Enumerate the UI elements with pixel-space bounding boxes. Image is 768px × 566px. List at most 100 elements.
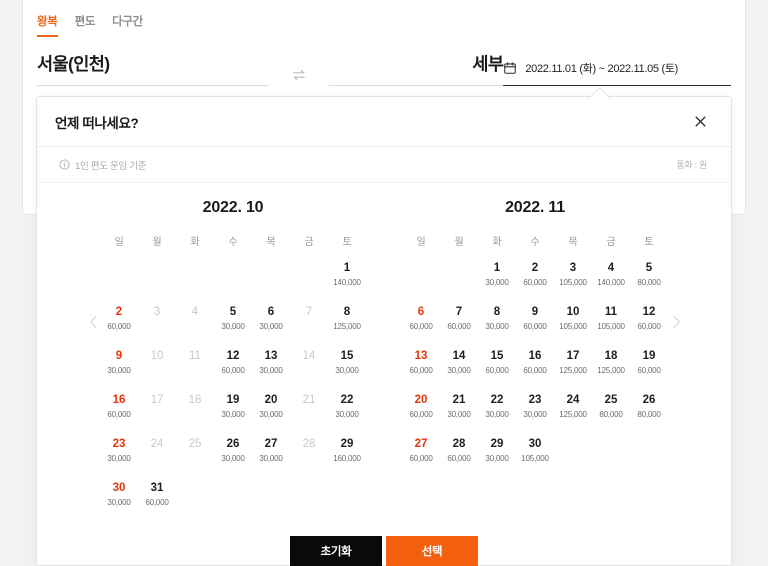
week-row: 23 30,000 24 25 26 30,000 27 30,000 28 29 160,000 — [100, 434, 366, 476]
day-fare: 60,000 — [409, 322, 433, 331]
day-cell[interactable]: 6 30,000 — [252, 302, 290, 344]
day-cell[interactable]: 31 60,000 — [138, 478, 176, 520]
origin-field[interactable]: 서울(인천) — [37, 51, 269, 86]
next-month-button[interactable] — [663, 305, 689, 339]
day-cell[interactable]: 18 125,000 — [592, 346, 630, 388]
day-number: 14 — [452, 350, 466, 362]
day-cell[interactable]: 29 160,000 — [328, 434, 366, 476]
day-cell[interactable]: 9 30,000 — [100, 346, 138, 388]
day-cell[interactable]: 15 60,000 — [478, 346, 516, 388]
day-number: 20 — [264, 394, 278, 406]
tab-multicity[interactable]: 다구간 — [112, 13, 143, 37]
day-cell[interactable]: 9 60,000 — [516, 302, 554, 344]
tab-oneway[interactable]: 편도 — [75, 13, 96, 37]
day-cell: 24 — [138, 434, 176, 476]
close-button[interactable] — [687, 109, 713, 135]
day-number: 28 — [302, 438, 316, 450]
day-cell[interactable]: 23 30,000 — [100, 434, 138, 476]
day-cell[interactable]: 1 140,000 — [328, 258, 366, 300]
day-number: 24 — [566, 394, 580, 406]
day-cell[interactable]: 26 30,000 — [214, 434, 252, 476]
day-cell[interactable]: 7 60,000 — [440, 302, 478, 344]
day-cell[interactable]: 20 60,000 — [402, 390, 440, 432]
day-cell-empty — [328, 478, 366, 520]
prev-month-button[interactable] — [81, 305, 107, 339]
day-cell[interactable]: 17 125,000 — [554, 346, 592, 388]
day-fare: 60,000 — [447, 454, 471, 463]
day-cell[interactable]: 27 60,000 — [402, 434, 440, 476]
day-cell-empty — [214, 258, 252, 300]
day-number: 9 — [531, 306, 539, 318]
tab-oneway-label: 편도 — [74, 16, 96, 28]
day-cell[interactable]: 20 30,000 — [252, 390, 290, 432]
day-cell[interactable]: 10 105,000 — [554, 302, 592, 344]
day-cell[interactable]: 1 30,000 — [478, 258, 516, 300]
popover-caret — [586, 86, 612, 100]
day-number: 6 — [417, 306, 425, 318]
date-range-field[interactable]: 2022.11.01 (화) ~ 2022.11.05 (토) — [503, 60, 731, 86]
day-cell[interactable]: 8 125,000 — [328, 302, 366, 344]
day-cell[interactable]: 27 30,000 — [252, 434, 290, 476]
day-cell[interactable]: 22 30,000 — [328, 390, 366, 432]
calendar-body: 2022. 10 일 월 화 수 목 금 토 1 140,000 2 60,000 3 4 5 30,000 6… — [37, 183, 731, 566]
select-button[interactable]: 선택 — [386, 536, 478, 566]
day-cell[interactable]: 2 60,000 — [516, 258, 554, 300]
day-cell[interactable]: 14 30,000 — [440, 346, 478, 388]
day-number: 20 — [414, 394, 428, 406]
day-cell[interactable]: 3 105,000 — [554, 258, 592, 300]
day-cell[interactable]: 22 30,000 — [478, 390, 516, 432]
day-cell[interactable]: 8 30,000 — [478, 302, 516, 344]
day-cell[interactable]: 16 60,000 — [516, 346, 554, 388]
day-cell[interactable]: 11 105,000 — [592, 302, 630, 344]
day-fare: 30,000 — [485, 454, 509, 463]
day-number: 4 — [191, 306, 199, 318]
date-picker-modal: 언제 떠나세요? 1인 편도 운임 기준 통화 : 원 2022. 10 일 월… — [36, 96, 732, 566]
day-number: 29 — [340, 438, 354, 450]
day-cell[interactable]: 28 60,000 — [440, 434, 478, 476]
day-cell[interactable]: 5 30,000 — [214, 302, 252, 344]
day-cell[interactable]: 16 60,000 — [100, 390, 138, 432]
swap-button[interactable] — [269, 66, 329, 86]
day-fare: 30,000 — [485, 322, 509, 331]
day-number: 7 — [305, 306, 313, 318]
day-cell[interactable]: 19 60,000 — [630, 346, 668, 388]
day-number: 14 — [302, 350, 316, 362]
day-number: 12 — [226, 350, 240, 362]
day-cell[interactable]: 6 60,000 — [402, 302, 440, 344]
day-fare: 30,000 — [259, 366, 283, 375]
weekday-6: 토 — [644, 237, 654, 248]
day-fare: 105,000 — [559, 322, 587, 331]
day-cell[interactable]: 29 30,000 — [478, 434, 516, 476]
day-cell[interactable]: 4 140,000 — [592, 258, 630, 300]
day-fare: 105,000 — [597, 322, 625, 331]
weekday-0: 일 — [114, 237, 124, 248]
day-fare: 80,000 — [637, 278, 661, 287]
day-fare: 140,000 — [333, 278, 361, 287]
destination-value: 세부 — [472, 54, 504, 74]
destination-field[interactable]: 세부 — [328, 51, 504, 86]
day-cell[interactable]: 15 30,000 — [328, 346, 366, 388]
tab-roundtrip[interactable]: 왕복 — [37, 13, 58, 37]
day-cell[interactable]: 30 105,000 — [516, 434, 554, 476]
day-number: 23 — [528, 394, 542, 406]
day-cell[interactable]: 13 30,000 — [252, 346, 290, 388]
day-cell-empty — [554, 434, 592, 476]
day-cell[interactable]: 30 30,000 — [100, 478, 138, 520]
day-cell[interactable]: 19 30,000 — [214, 390, 252, 432]
reset-button[interactable]: 초기화 — [290, 536, 382, 566]
day-cell[interactable]: 23 30,000 — [516, 390, 554, 432]
day-fare: 30,000 — [107, 454, 131, 463]
day-cell-empty — [214, 478, 252, 520]
day-number: 27 — [414, 438, 428, 450]
day-cell[interactable]: 26 80,000 — [630, 390, 668, 432]
day-fare: 30,000 — [107, 498, 131, 507]
day-cell[interactable]: 5 80,000 — [630, 258, 668, 300]
day-cell[interactable]: 13 60,000 — [402, 346, 440, 388]
day-cell[interactable]: 12 60,000 — [214, 346, 252, 388]
day-cell[interactable]: 25 80,000 — [592, 390, 630, 432]
week-row: 1 30,000 2 60,000 3 105,000 4 140,000 5 80,000 — [402, 258, 668, 300]
day-cell[interactable]: 21 30,000 — [440, 390, 478, 432]
day-number: 16 — [112, 394, 126, 406]
day-cell: 18 — [176, 390, 214, 432]
day-cell[interactable]: 24 125,000 — [554, 390, 592, 432]
